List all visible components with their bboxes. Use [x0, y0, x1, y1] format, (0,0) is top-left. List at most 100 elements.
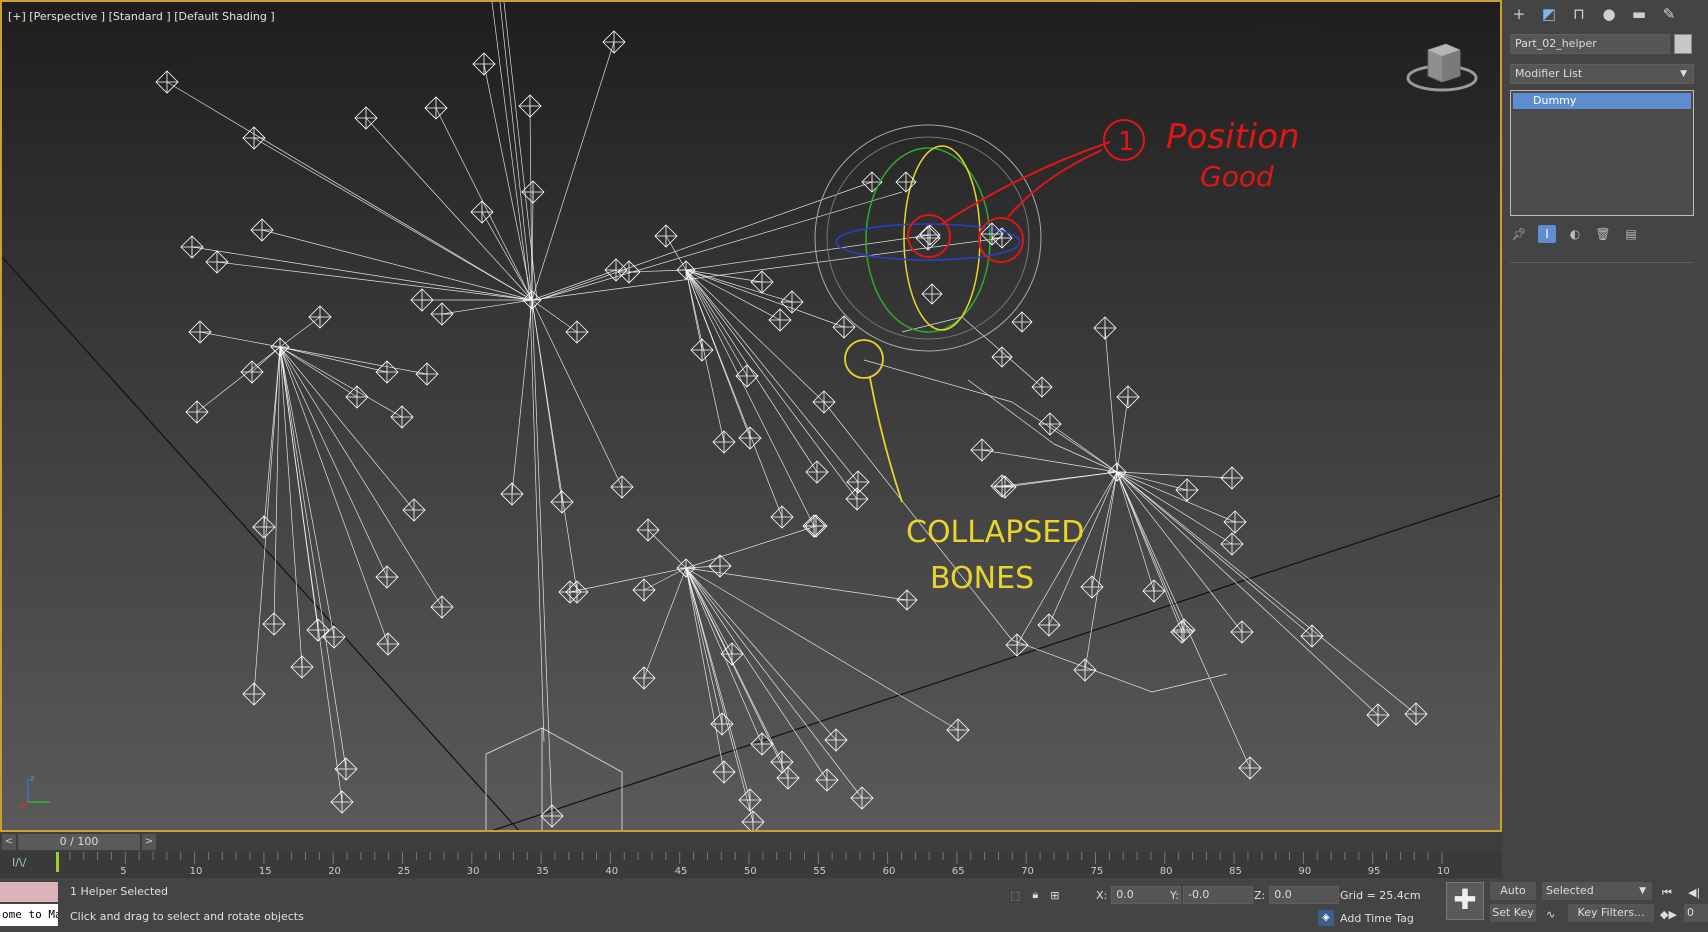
- stack-item-dummy[interactable]: Dummy: [1513, 93, 1691, 109]
- add-time-tag[interactable]: ◈ Add Time Tag: [1318, 910, 1414, 926]
- viewport-label[interactable]: [+] [Perspective ] [Standard ] [Default …: [8, 10, 275, 23]
- trackbar[interactable]: I/\/ 5 10 15 20 25 30 35 40 45 50 55 60 65 70 75 80 85 90…: [0, 852, 1502, 878]
- modifier-list-dropdown[interactable]: Modifier List ▼: [1510, 64, 1694, 84]
- bone-link: [531, 269, 617, 301]
- status-bar: ome to Ma 1 Helper Selected Click and dr…: [0, 878, 1708, 932]
- dummy-helper: [550, 490, 574, 514]
- dummy-helper: [518, 94, 542, 118]
- dummy-helper: [354, 106, 378, 130]
- bone-link: [263, 346, 281, 528]
- time-slider-thumb[interactable]: 0 / 100: [18, 834, 140, 850]
- auto-key-button[interactable]: Auto Key: [1490, 882, 1536, 915]
- create-icon[interactable]: +: [1508, 2, 1530, 26]
- bone-link: [1116, 471, 1379, 716]
- isolate-selection-icon[interactable]: ⬚: [1010, 889, 1020, 902]
- bone-link: [261, 229, 533, 301]
- dummy-helper: [690, 338, 714, 362]
- object-name-field[interactable]: Part_02_helper: [1510, 34, 1670, 54]
- dummy-helper: [1116, 385, 1140, 409]
- dummy-helper: [738, 788, 762, 812]
- key-selection-dropdown[interactable]: Selected ▼: [1542, 882, 1652, 900]
- bone-link: [685, 567, 751, 801]
- bone-link: [685, 269, 825, 403]
- make-unique-icon[interactable]: ◐: [1566, 225, 1584, 243]
- key-filters-button[interactable]: Key Filters...: [1568, 904, 1654, 922]
- axis-tripod-icon: z: [19, 774, 50, 809]
- rotate-gizmo-x: [903, 145, 981, 331]
- display-icon[interactable]: ▬: [1628, 2, 1650, 26]
- annotation-circle: [907, 214, 951, 258]
- absolute-mode-icon[interactable]: ⊞: [1050, 889, 1059, 902]
- dummy-helper: [1038, 412, 1062, 436]
- bone-link: [531, 299, 578, 593]
- perspective-viewport[interactable]: 1 Position Good COLLAPSED BONES [+] [Perspec…: [0, 0, 1502, 832]
- pin-stack-icon[interactable]: 📌︎: [1510, 225, 1528, 243]
- current-frame-field[interactable]: 0: [1684, 904, 1708, 922]
- z-field[interactable]: 0.0: [1269, 886, 1340, 904]
- dummy-helper: [654, 224, 678, 248]
- bone-link: [1053, 443, 1118, 473]
- tangent-icon[interactable]: ∿: [1546, 908, 1555, 921]
- bone-link: [1084, 471, 1118, 671]
- bone-link: [1116, 471, 1185, 631]
- motion-icon[interactable]: ●: [1598, 2, 1620, 26]
- dummy-helper: [770, 505, 794, 529]
- dummy-helper: [415, 362, 439, 386]
- show-end-result-icon[interactable]: I: [1538, 225, 1556, 243]
- tick-label: 70: [1021, 866, 1034, 877]
- bone-link: [1116, 471, 1313, 637]
- maxscript-listener[interactable]: ome to Ma: [0, 904, 58, 926]
- dummy-helper: [290, 655, 314, 679]
- dummy-helper: [375, 360, 399, 384]
- y-field[interactable]: -0.0: [1182, 886, 1253, 904]
- z-coordinate: Z: 0.0: [1254, 886, 1340, 904]
- key-mode-toggle-icon[interactable]: ◆▶: [1660, 908, 1677, 921]
- set-key-button[interactable]: Set Key: [1490, 904, 1536, 922]
- dummy-helper: [770, 750, 794, 774]
- bone-link: [279, 346, 415, 511]
- modifier-stack[interactable]: Dummy: [1510, 90, 1694, 216]
- dummy-helper: [1142, 579, 1166, 603]
- remove-modifier-icon[interactable]: 🗑︎: [1594, 225, 1612, 243]
- bone-link: [569, 567, 687, 593]
- curve-editor-icon[interactable]: I/\/: [12, 856, 26, 869]
- time-next-button[interactable]: >: [142, 834, 156, 850]
- dummy-helper: [1037, 613, 1061, 637]
- bone-link: [483, 63, 533, 301]
- bone-link: [365, 117, 533, 301]
- utilities-icon[interactable]: ✎: [1658, 2, 1680, 26]
- configure-modifier-sets-icon[interactable]: ▤: [1622, 225, 1640, 243]
- time-slider[interactable]: < 0 / 100 >: [0, 832, 1502, 852]
- dummy-helper: [710, 712, 734, 736]
- maxscript-listener-pink[interactable]: [0, 882, 58, 902]
- bone-link: [1116, 471, 1233, 479]
- tick-label: 35: [536, 866, 549, 877]
- dummy-helper: [345, 385, 369, 409]
- object-color-swatch[interactable]: [1674, 34, 1692, 54]
- tick-label: 40: [605, 866, 618, 877]
- bone-link: [685, 567, 725, 773]
- dummy-helper: [1093, 316, 1117, 340]
- trackbar-ruler[interactable]: 5 10 15 20 25 30 35 40 45 50 55 60 65 70 75 80 85 90 95 100: [56, 852, 1450, 878]
- dummy-helper: [602, 30, 626, 54]
- bone-link: [191, 246, 533, 301]
- previous-frame-icon[interactable]: ◀|: [1688, 886, 1700, 899]
- go-to-start-icon[interactable]: ⏮: [1662, 886, 1672, 900]
- dummy-helper: [815, 768, 839, 792]
- dummy-helper: [845, 487, 869, 511]
- viewcube-icon[interactable]: [1406, 38, 1478, 94]
- selection-status: 1 Helper Selected: [70, 885, 169, 898]
- dummy-helper: [1238, 756, 1262, 780]
- time-prev-button[interactable]: <: [2, 834, 16, 850]
- set-keys-button[interactable]: ✚: [1446, 882, 1484, 920]
- lock-icon[interactable]: 🔒︎: [1032, 888, 1038, 902]
- dummy-helper: [521, 180, 545, 204]
- tick-label: 10: [190, 866, 203, 877]
- modify-icon[interactable]: ◩: [1538, 2, 1560, 26]
- dummy-helper: [780, 290, 804, 314]
- prompt-line: Click and drag to select and rotate obje…: [70, 910, 304, 923]
- dummy-helper: [735, 364, 759, 388]
- hierarchy-icon[interactable]: ⊓: [1568, 2, 1590, 26]
- bone-link: [279, 346, 403, 418]
- dummy-helper: [188, 320, 212, 344]
